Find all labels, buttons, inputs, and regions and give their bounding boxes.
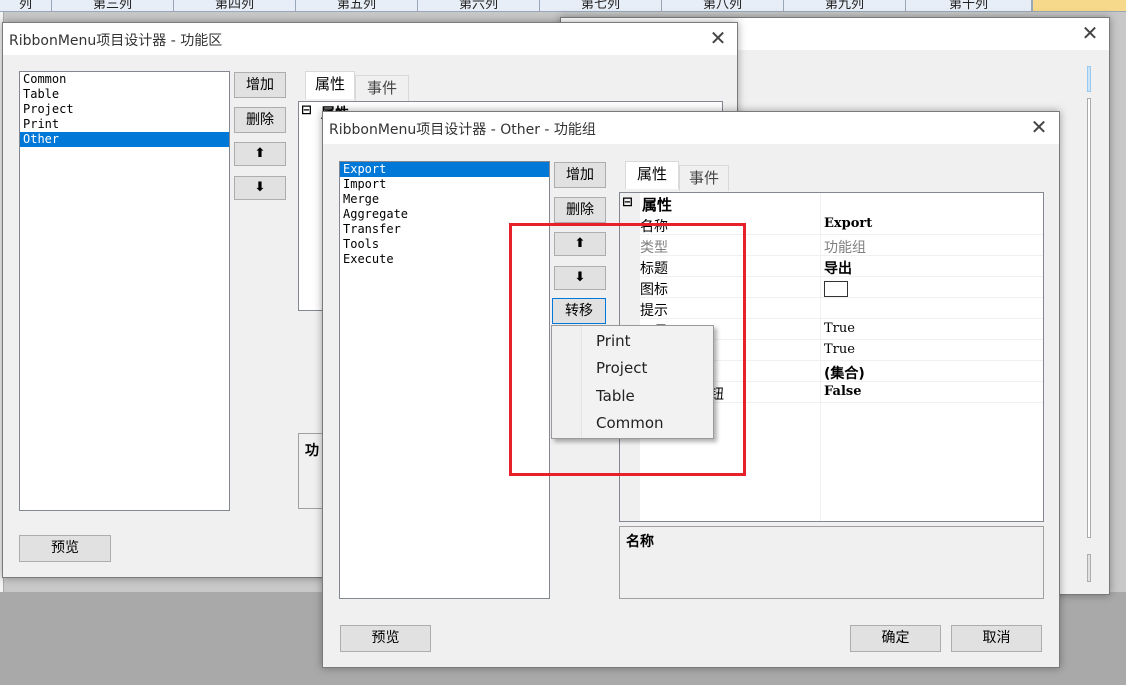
list-item-selected[interactable]: Export	[340, 162, 549, 177]
property-value: 功能组	[824, 240, 866, 256]
property-value[interactable]: 导出	[824, 258, 852, 278]
tab-properties[interactable]: 属性	[305, 71, 355, 99]
preview-button[interactable]: 预览	[19, 535, 111, 562]
list-item[interactable]: Common	[20, 72, 229, 87]
grid-column-header[interactable]: 第七列	[540, 0, 662, 11]
close-icon[interactable]: ✕	[1024, 115, 1054, 141]
grid-header: 列 第三列 第四列 第五列 第六列 第七列 第八列 第九列 第十列	[0, 0, 1126, 12]
icon-preview-box[interactable]	[824, 281, 848, 297]
property-value[interactable]: (集合)	[824, 363, 865, 383]
grid-column-header[interactable]: 第八列	[662, 0, 784, 11]
grid-column-header[interactable]: 第五列	[296, 0, 418, 11]
tab-events[interactable]: 事件	[355, 75, 409, 101]
grid-column-header[interactable]: 第四列	[174, 0, 296, 11]
description-panel: 名称	[619, 526, 1044, 599]
property-value[interactable]: True	[824, 321, 855, 336]
move-up-button[interactable]: ⬆	[234, 142, 286, 166]
close-icon[interactable]: ✕	[703, 26, 733, 52]
section-toggle[interactable]: ⊟	[301, 103, 312, 118]
list-item[interactable]: Merge	[340, 192, 549, 207]
button-edge	[1087, 554, 1091, 582]
description-title: 功	[305, 443, 319, 459]
list-item[interactable]: Project	[20, 102, 229, 117]
delete-button[interactable]: 删除	[554, 197, 606, 223]
list-item[interactable]: Aggregate	[340, 207, 549, 222]
ribbon-list[interactable]: Common Table Project Print Other	[19, 71, 230, 511]
add-button[interactable]: 增加	[234, 72, 286, 98]
grid-column-header[interactable]: 第六列	[418, 0, 540, 11]
dialog-titlebar: RibbonMenu项目设计器 - 功能区	[3, 23, 737, 55]
preview-button[interactable]: 预览	[340, 625, 431, 652]
tab-events[interactable]: 事件	[679, 165, 729, 191]
grid-column-header[interactable]: 第九列	[784, 0, 906, 11]
highlight-box	[509, 223, 746, 476]
ok-button[interactable]: 确定	[850, 625, 941, 652]
selected-row-edge	[1087, 66, 1091, 92]
dialog-titlebar: RibbonMenu项目设计器 - Other - 功能组	[323, 112, 1059, 144]
property-value[interactable]: Export	[824, 216, 872, 231]
grid-column-header-active[interactable]	[1032, 0, 1126, 11]
close-icon[interactable]: ✕	[1075, 21, 1105, 47]
property-value[interactable]: False	[824, 384, 861, 399]
description-title: 名称	[626, 534, 654, 550]
grid-column-header[interactable]: 列	[0, 0, 52, 11]
list-item[interactable]: Print	[20, 117, 229, 132]
section-title: 属性	[642, 196, 673, 214]
tab-properties[interactable]: 属性	[625, 161, 679, 189]
dialog-title: RibbonMenu项目设计器 - 功能区	[9, 33, 223, 49]
delete-button[interactable]: 删除	[234, 107, 286, 133]
section-toggle[interactable]: ⊟	[622, 195, 633, 210]
list-item[interactable]: Table	[20, 87, 229, 102]
list-item-selected[interactable]: Other	[20, 132, 229, 147]
grid-column-header[interactable]: 第十列	[906, 0, 1032, 11]
property-value[interactable]: True	[824, 342, 855, 357]
add-button[interactable]: 增加	[554, 162, 606, 188]
cancel-button[interactable]: 取消	[951, 625, 1042, 652]
grid-column-header[interactable]: 第三列	[52, 0, 174, 11]
panel-edge	[1087, 98, 1091, 538]
move-down-button[interactable]: ⬇	[234, 176, 286, 200]
list-item[interactable]: Import	[340, 177, 549, 192]
dialog-title: RibbonMenu项目设计器 - Other - 功能组	[329, 122, 596, 138]
